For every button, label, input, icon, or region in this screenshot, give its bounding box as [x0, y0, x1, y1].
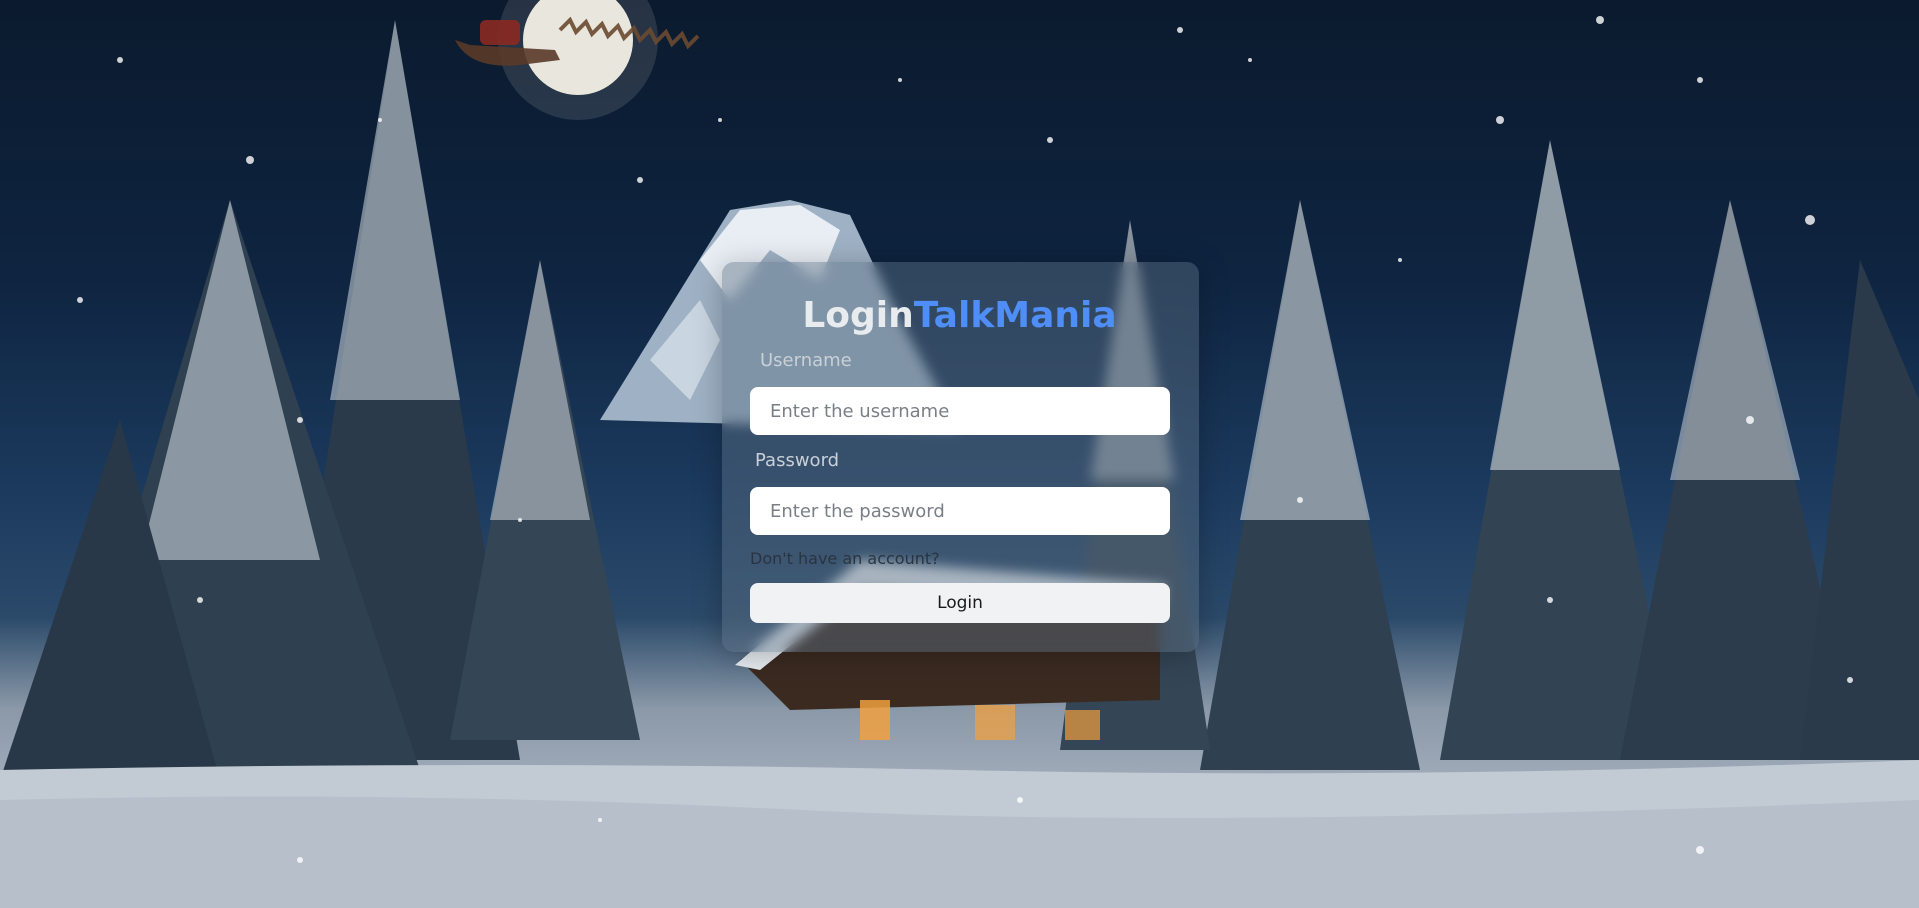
title-part-brand: TalkMania	[913, 295, 1117, 336]
username-label: Username	[760, 350, 852, 371]
password-input[interactable]	[750, 487, 1170, 535]
trees-left	[0, 20, 640, 780]
app-title: LoginTalkMania	[0, 292, 1919, 340]
signup-link[interactable]: Don't have an account?	[750, 549, 940, 568]
login-button[interactable]: Login	[750, 583, 1170, 623]
title-part-login: Login	[802, 295, 914, 336]
username-input[interactable]	[750, 387, 1170, 435]
password-label: Password	[755, 450, 840, 471]
login-page: LoginTalkMania Username Password Don't h…	[0, 0, 1919, 908]
